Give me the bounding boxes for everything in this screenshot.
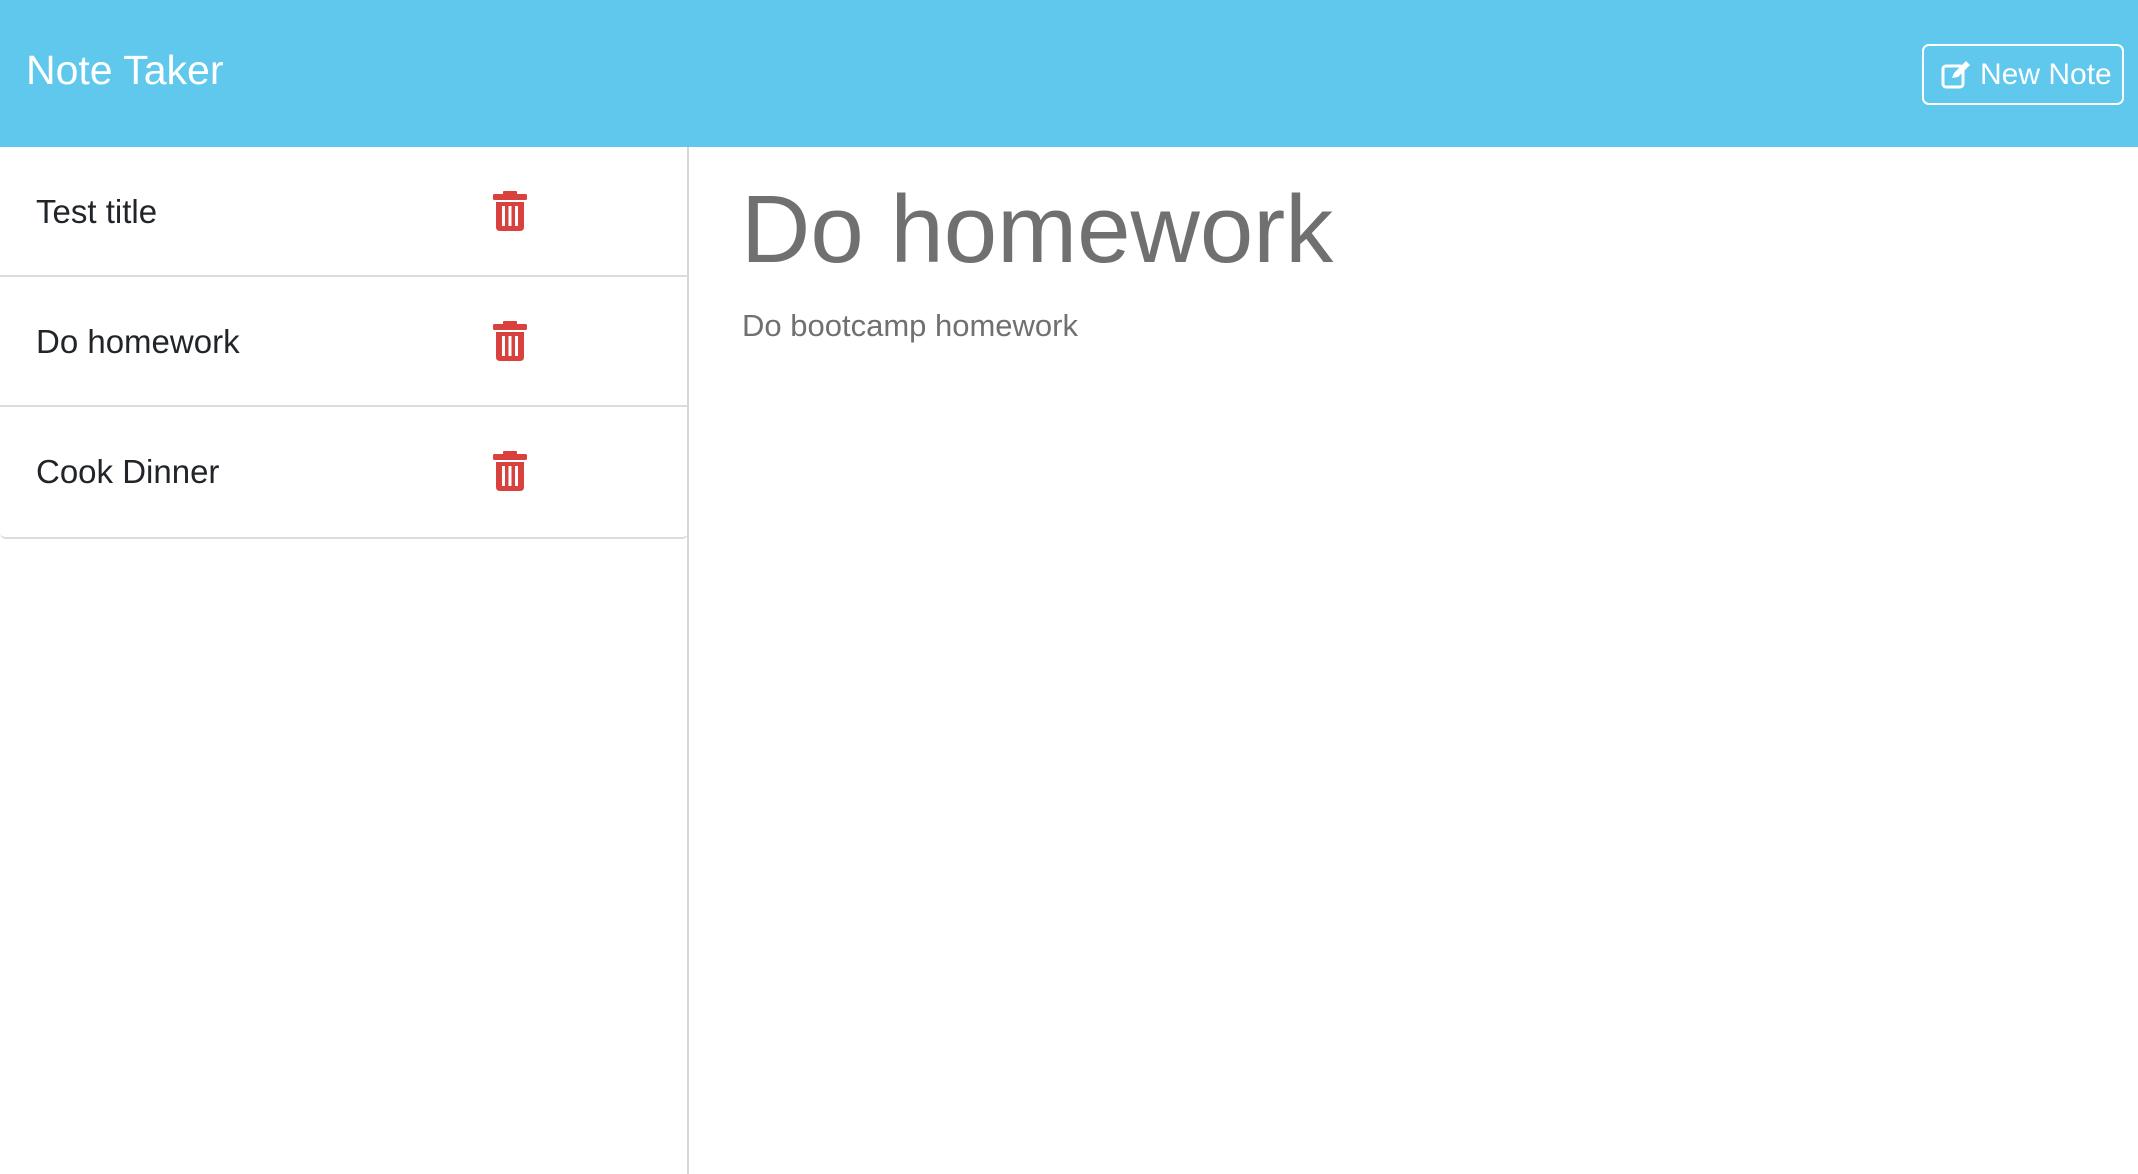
note-list-item-title: Cook Dinner bbox=[36, 453, 220, 490]
trash-icon[interactable] bbox=[492, 451, 528, 491]
notes-sidebar: Test title Do homework Cook Dinner bbox=[0, 147, 689, 1174]
note-list-item[interactable]: Do homework bbox=[0, 277, 688, 407]
note-title-field[interactable]: Do homework bbox=[741, 175, 1333, 285]
note-editor: Do homework Do bootcamp homework bbox=[691, 147, 2138, 1174]
note-list-item-title: Test title bbox=[36, 193, 158, 230]
pen-to-square-icon bbox=[1940, 59, 1972, 91]
note-list-item-title: Do homework bbox=[36, 323, 240, 360]
note-list-item[interactable]: Cook Dinner bbox=[0, 407, 688, 537]
app-title[interactable]: Note Taker bbox=[26, 46, 224, 94]
navbar: Note Taker New Note bbox=[0, 0, 2138, 147]
new-note-button[interactable]: New Note bbox=[1922, 44, 2124, 105]
new-note-label: New Note bbox=[1980, 57, 2112, 91]
note-body-field[interactable]: Do bootcamp homework bbox=[742, 307, 1078, 345]
note-list: Test title Do homework Cook Dinner bbox=[0, 147, 688, 539]
note-list-item[interactable]: Test title bbox=[0, 147, 688, 277]
trash-icon[interactable] bbox=[492, 321, 528, 361]
trash-icon[interactable] bbox=[492, 191, 528, 231]
